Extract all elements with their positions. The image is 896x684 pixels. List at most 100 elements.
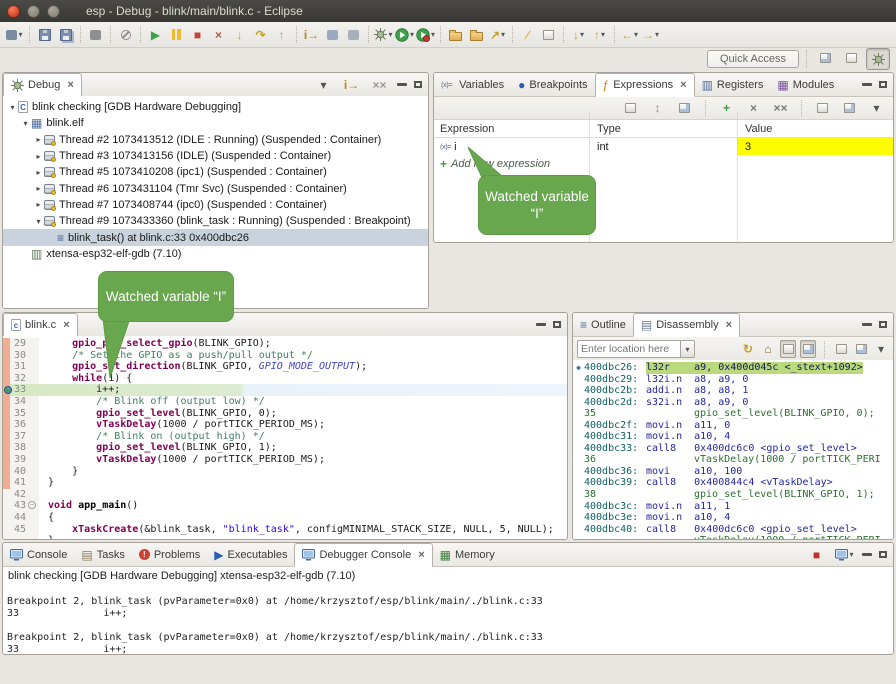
code-editor-area[interactable]: 29 gpio_pad_select_gpio(BLINK_GPIO);30 /… bbox=[3, 336, 567, 539]
run-dropdown-button-dropdown-icon[interactable]: ▾ bbox=[410, 31, 414, 39]
editor-gutter[interactable]: 30 bbox=[3, 350, 39, 362]
close-icon[interactable]: × bbox=[67, 79, 73, 91]
external-tools-button[interactable]: ▾ bbox=[416, 25, 435, 45]
editor-gutter[interactable]: 41 bbox=[3, 477, 39, 489]
refresh-button[interactable]: ↻ bbox=[740, 340, 756, 358]
editor-gutter[interactable]: 39 bbox=[3, 454, 39, 466]
remove-expression-button[interactable]: × bbox=[744, 98, 763, 118]
run-dropdown-button[interactable]: ▾ bbox=[395, 25, 414, 45]
debug-dropdown-button[interactable]: ▾ bbox=[374, 25, 393, 45]
location-dropdown-icon[interactable]: ▾ bbox=[681, 340, 695, 358]
resume-button[interactable]: ▶ bbox=[146, 25, 165, 45]
close-icon[interactable]: × bbox=[680, 79, 686, 91]
next-annotation-button[interactable]: ↓▾ bbox=[569, 25, 588, 45]
window-minimize-button[interactable] bbox=[27, 5, 40, 18]
tab-expr-variables[interactable]: (x)=Variables bbox=[434, 73, 511, 96]
view-menu-button[interactable]: ▾ bbox=[873, 340, 889, 358]
location-input[interactable] bbox=[577, 340, 681, 358]
maximize-icon[interactable] bbox=[553, 321, 561, 328]
instruction-stepping-mode-button[interactable]: i→ bbox=[342, 75, 361, 95]
add-expression-button[interactable]: + bbox=[717, 98, 736, 118]
back-button[interactable]: ←▾ bbox=[620, 25, 639, 45]
minimize-icon[interactable] bbox=[536, 323, 546, 326]
twisty-icon[interactable]: ▸ bbox=[33, 135, 44, 144]
previous-annotation-button[interactable]: ↑▾ bbox=[590, 25, 609, 45]
tab-disasm-disassembly[interactable]: ▤Disassembly× bbox=[633, 313, 740, 337]
maximize-icon[interactable] bbox=[414, 81, 422, 88]
editor-gutter[interactable]: 40 bbox=[3, 466, 39, 478]
back-button-dropdown-icon[interactable]: ▾ bbox=[634, 31, 638, 39]
forward-button[interactable]: →▾ bbox=[641, 25, 660, 45]
debug-tree-row[interactable]: ▸Thread #6 1073431104 (Tmr Svc) (Suspend… bbox=[3, 180, 428, 196]
expression-row[interactable]: (x)=iint3 bbox=[434, 138, 893, 155]
debug-tree-row[interactable]: ▸Thread #2 1073413512 (IDLE : Running) (… bbox=[3, 132, 428, 148]
tab-console-memory[interactable]: ▦Memory bbox=[433, 543, 502, 566]
tab-editor-blink-c[interactable]: cblink.c× bbox=[3, 313, 78, 337]
display-selected-console-button[interactable]: ▾ bbox=[835, 545, 854, 565]
remove-all-expressions-button[interactable]: ×× bbox=[771, 98, 790, 118]
console-output[interactable]: Breakpoint 2, blink_task (pvParameter=0x… bbox=[3, 584, 893, 655]
tab-expr-breakpoints[interactable]: ●Breakpoints bbox=[511, 73, 594, 96]
skip-all-breakpoints-button[interactable] bbox=[116, 25, 135, 45]
instruction-stepping-button[interactable]: i→ bbox=[302, 25, 321, 45]
save-all-button[interactable] bbox=[56, 25, 75, 45]
pin-view-button[interactable] bbox=[840, 98, 859, 118]
twisty-icon[interactable]: ▾ bbox=[20, 119, 31, 128]
debug-tree-row[interactable]: ▾Thread #9 1073433360 (blink_task : Runn… bbox=[3, 213, 428, 229]
tab-expr-modules[interactable]: ▦Modules bbox=[770, 73, 841, 96]
pin-editor-button[interactable] bbox=[539, 25, 558, 45]
tab-console-executables[interactable]: ▶Executables bbox=[207, 543, 294, 566]
sync-selection-toggle[interactable] bbox=[800, 340, 816, 358]
debug-tree-row[interactable]: ▸Thread #7 1073408744 (ipc0) (Suspended … bbox=[3, 197, 428, 213]
editor-gutter[interactable]: 43− bbox=[3, 500, 39, 512]
new-view-button[interactable] bbox=[833, 340, 849, 358]
quick-access-button[interactable]: Quick Access bbox=[707, 50, 799, 68]
column-header-expression[interactable]: Expression bbox=[434, 123, 589, 135]
mark-occurrences-button[interactable]: ∕ bbox=[518, 25, 537, 45]
twisty-icon[interactable]: ▾ bbox=[7, 103, 18, 112]
tab-console-tasks[interactable]: ▤Tasks bbox=[74, 543, 131, 566]
terminate-button[interactable]: ■ bbox=[188, 25, 207, 45]
twisty-icon[interactable]: ▸ bbox=[33, 152, 44, 161]
step-return-button[interactable]: ↑ bbox=[272, 25, 291, 45]
display-selected-console-button-dropdown-icon[interactable]: ▾ bbox=[849, 551, 853, 559]
show-source-toggle[interactable] bbox=[780, 340, 796, 358]
tab-console-debugger-console[interactable]: Debugger Console× bbox=[294, 543, 432, 567]
debug-tree-row[interactable]: ▸Thread #5 1073410208 (ipc1) (Suspended … bbox=[3, 164, 428, 180]
show-debug-info-button[interactable] bbox=[323, 25, 342, 45]
collapse-all-button[interactable] bbox=[675, 98, 694, 118]
open-resource-button[interactable] bbox=[467, 25, 486, 45]
open-perspective-button[interactable] bbox=[814, 48, 836, 68]
new-wizard-button[interactable]: ▾ bbox=[5, 25, 24, 45]
debug-tree-row[interactable]: ▸Thread #3 1073413156 (IDLE) (Suspended … bbox=[3, 148, 428, 164]
minimize-icon[interactable] bbox=[862, 83, 872, 86]
step-over-button[interactable]: ↷ bbox=[251, 25, 270, 45]
minimize-icon[interactable] bbox=[862, 323, 872, 326]
suspend-button[interactable] bbox=[167, 25, 186, 45]
twisty-icon[interactable]: ▾ bbox=[33, 217, 44, 226]
cpp-perspective-button[interactable] bbox=[840, 48, 862, 68]
view-menu-button[interactable]: ▾ bbox=[867, 98, 886, 118]
add-expression-row[interactable]: +Add new expression bbox=[434, 155, 893, 172]
editor-gutter[interactable]: 36 bbox=[3, 419, 39, 431]
column-header-type[interactable]: Type bbox=[589, 123, 737, 135]
editor-gutter[interactable]: 34 bbox=[3, 396, 39, 408]
debug-tree-row[interactable]: ▥xtensa-esp32-elf-gdb (7.10) bbox=[3, 246, 428, 262]
editor-gutter[interactable]: 31 bbox=[3, 361, 39, 373]
forward-button-dropdown-icon[interactable]: ▾ bbox=[655, 31, 659, 39]
show-logical-structures-button[interactable]: ↕ bbox=[648, 98, 667, 118]
step-into-button[interactable]: ↓ bbox=[230, 25, 249, 45]
tab-console-console[interactable]: Console bbox=[3, 543, 74, 566]
editor-gutter[interactable]: 35 bbox=[3, 408, 39, 420]
next-annotation-button-dropdown-icon[interactable]: ▾ bbox=[580, 31, 584, 39]
twisty-icon[interactable]: ▸ bbox=[33, 168, 44, 177]
window-close-button[interactable] bbox=[7, 5, 20, 18]
editor-gutter[interactable]: ▶33 bbox=[3, 384, 39, 396]
minimize-icon[interactable] bbox=[862, 553, 872, 556]
editor-gutter[interactable]: 37 bbox=[3, 431, 39, 443]
debug-tree-row[interactable]: ▾Cblink checking [GDB Hardware Debugging… bbox=[3, 99, 428, 115]
debug-tree-row[interactable]: ≡blink_task() at blink.c:33 0x400dbc26 bbox=[3, 229, 428, 245]
debug-dropdown-button-dropdown-icon[interactable]: ▾ bbox=[388, 31, 392, 39]
terminate-console-button[interactable]: ■ bbox=[807, 545, 826, 565]
fold-collapse-icon[interactable]: − bbox=[28, 501, 36, 509]
